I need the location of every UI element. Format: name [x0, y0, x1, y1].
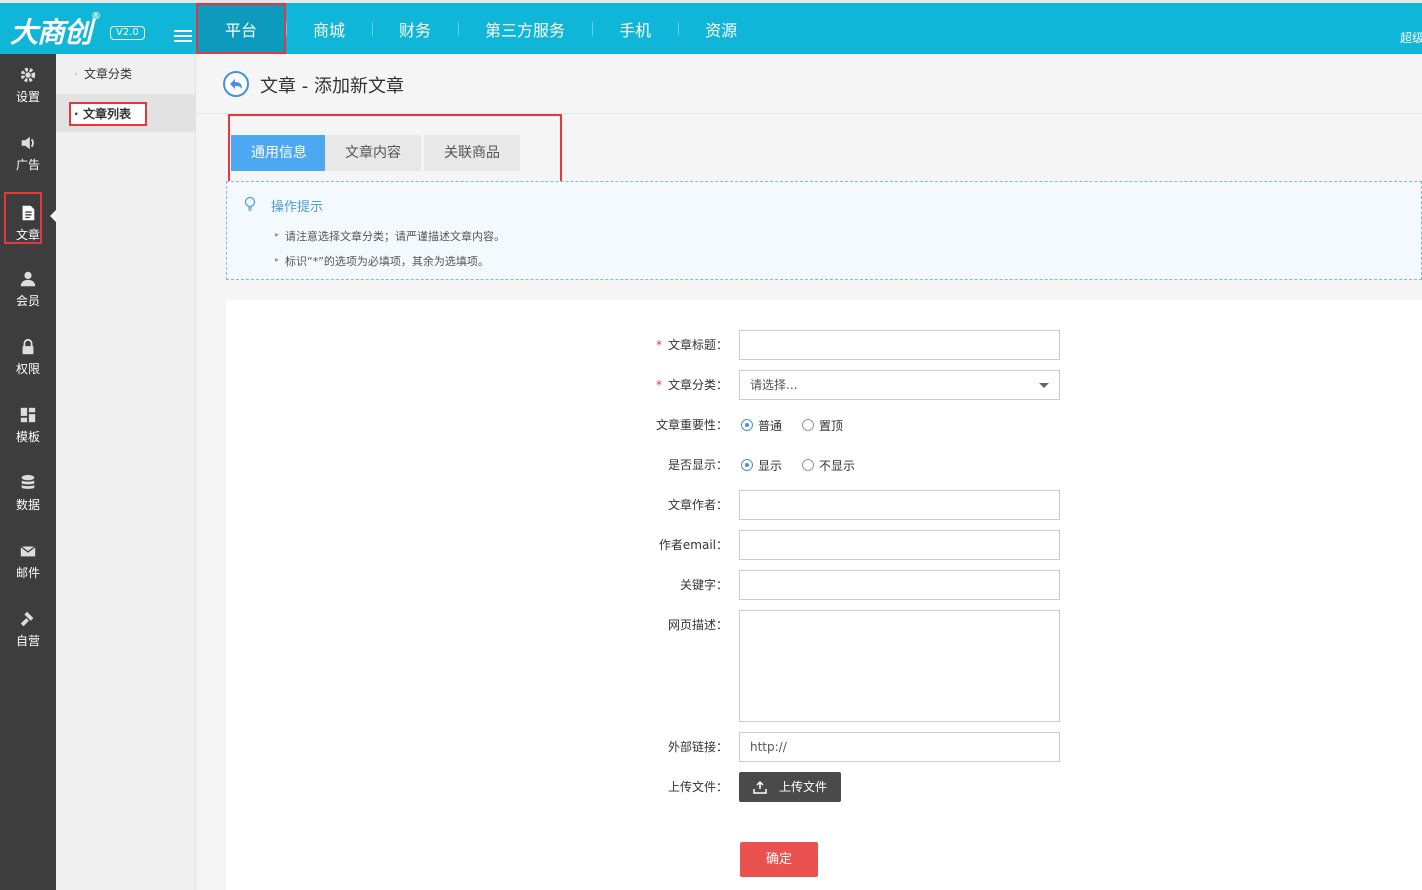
sidebar-label: 会员 [15, 294, 40, 308]
form-row-email: 作者email： [226, 530, 1422, 560]
form-row-link: 外部链接： http:// [226, 732, 1422, 762]
user-label[interactable]: 超级管理员 [1400, 29, 1422, 46]
topnav-mall[interactable]: 商城 [286, 3, 372, 54]
description-label: 网页描述： [667, 618, 728, 632]
topnav-third-party[interactable]: 第三方服务 [458, 3, 592, 54]
form-row-display: 是否显示： 显示 不显示 [226, 450, 1422, 480]
lightbulb-icon [244, 196, 256, 211]
logo[interactable]: 大商创® [10, 11, 101, 51]
title-label: * 文章标题： [655, 338, 728, 352]
speaker-icon [21, 136, 34, 150]
sidebar-item-ads[interactable]: 广告 [0, 122, 56, 186]
gear-icon [20, 67, 36, 83]
sub-menu: 文章分类 文章列表 [56, 54, 196, 890]
sidebar-label: 邮件 [15, 566, 40, 580]
display-radio-group: 显示 不显示 [741, 450, 875, 480]
author-input[interactable] [739, 490, 1060, 520]
main-content: 文章 - 添加新文章 通用信息 文章内容 关联商品 操作提示 请注意选择文章分类… [196, 54, 1422, 890]
hammer-icon [20, 611, 34, 627]
lock-icon [22, 338, 34, 355]
topnav-platform[interactable]: 平台 [196, 3, 287, 54]
sidebar-label: 自营 [15, 634, 40, 648]
top-nav: 平台 商城 财务 第三方服务 手机 资源 [196, 3, 764, 54]
description-textarea[interactable] [739, 610, 1060, 722]
sidebar: 设置 广告 文章 会员 权限 模板 数据 邮件 自营 [0, 54, 56, 890]
upload-button[interactable]: 上传文件 [739, 772, 842, 802]
sidebar-item-mail[interactable]: 邮件 [0, 530, 56, 594]
top-bar: 大商创® V2.0 平台 商城 财务 第三方服务 手机 资源 超级管理员 [0, 0, 1422, 54]
sidebar-item-templates[interactable]: 模板 [0, 394, 56, 458]
back-arrow-icon[interactable] [223, 71, 249, 97]
tip-line: 标识“*”的选项为必填项，其余为选填项。 [275, 253, 489, 269]
sidebar-label: 模板 [15, 430, 40, 444]
grid-icon [20, 407, 36, 423]
email-label: 作者email： [658, 538, 728, 552]
importance-radio-group: 普通 置顶 [741, 410, 863, 440]
sidebar-label: 数据 [15, 498, 40, 512]
menu-toggle-icon[interactable] [174, 30, 192, 44]
radio-top[interactable]: 置顶 [802, 417, 843, 434]
page-header: 文章 - 添加新文章 [196, 54, 1422, 114]
form-row-category: * 文章分类： 请选择... [226, 370, 1422, 400]
form-row-upload: 上传文件： 上传文件 [226, 772, 1422, 802]
topnav-resources[interactable]: 资源 [678, 3, 764, 54]
submenu-item-article-list[interactable]: 文章列表 [69, 102, 148, 126]
sidebar-label: 广告 [15, 158, 40, 172]
form-row-importance: 文章重要性： 普通 置顶 [226, 410, 1422, 440]
highlight-box [4, 192, 42, 244]
radio-normal[interactable]: 普通 [741, 417, 782, 434]
sidebar-item-settings[interactable]: 设置 [0, 54, 56, 118]
form-row-author: 文章作者： [226, 490, 1422, 520]
sidebar-item-self-operated[interactable]: 自营 [0, 598, 56, 662]
keywords-input[interactable] [739, 570, 1060, 600]
importance-label: 文章重要性： [655, 418, 728, 432]
submit-button[interactable]: 确定 [740, 842, 818, 877]
category-label: * 文章分类： [655, 378, 728, 392]
version-badge: V2.0 [110, 26, 145, 40]
topnav-mobile[interactable]: 手机 [592, 3, 678, 54]
author-label: 文章作者： [667, 498, 728, 512]
topnav-finance[interactable]: 财务 [372, 3, 458, 54]
upload-icon [753, 780, 767, 794]
tips-title: 操作提示 [271, 200, 324, 215]
sidebar-label: 权限 [15, 362, 40, 376]
form-row-description: 网页描述： [226, 610, 1422, 722]
sidebar-item-data[interactable]: 数据 [0, 462, 56, 526]
radio-hide[interactable]: 不显示 [802, 457, 855, 474]
sidebar-item-permissions[interactable]: 权限 [0, 326, 56, 390]
form-row-keywords: 关键字： [226, 570, 1422, 600]
upload-label: 上传文件： [667, 780, 728, 794]
sidebar-item-members[interactable]: 会员 [0, 258, 56, 322]
submenu-item-article-category[interactable]: 文章分类 [70, 62, 132, 86]
mail-icon [20, 545, 36, 557]
page-title: 文章 - 添加新文章 [260, 76, 404, 97]
sidebar-label: 设置 [15, 90, 40, 104]
category-select[interactable]: 请选择... [739, 370, 1060, 400]
email-input[interactable] [739, 530, 1060, 560]
database-icon [21, 474, 35, 489]
title-input[interactable] [739, 330, 1060, 360]
radio-show[interactable]: 显示 [741, 457, 782, 474]
keywords-label: 关键字： [679, 578, 728, 592]
form-row-title: * 文章标题： [226, 330, 1422, 360]
tips-panel: 操作提示 请注意选择文章分类；请严谨描述文章内容。 标识“*”的选项为必填项，其… [226, 181, 1422, 280]
article-form: * 文章标题： * 文章分类： 请选择... 文章重要性： 普通 置顶 是否显示： … [226, 300, 1422, 890]
user-icon [20, 271, 36, 287]
chevron-down-icon [1039, 383, 1049, 393]
tip-line: 请注意选择文章分类；请严谨描述文章内容。 [275, 228, 505, 244]
link-label: 外部链接： [667, 740, 728, 754]
display-label: 是否显示： [667, 458, 728, 472]
link-input[interactable]: http:// [739, 732, 1060, 762]
sidebar-item-article[interactable]: 文章 [0, 192, 56, 256]
